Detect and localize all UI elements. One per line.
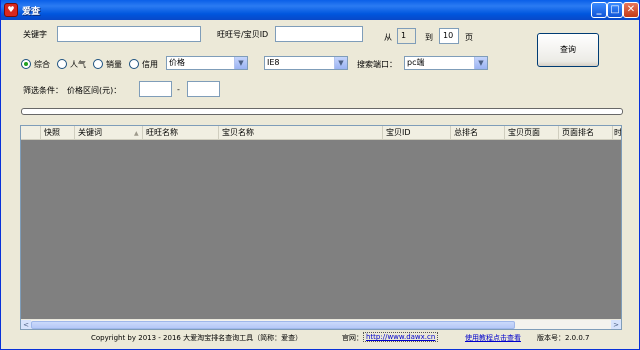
chevron-down-icon: ▼ [234,57,247,69]
price-sort-select[interactable]: 价格 ▼ [166,56,248,70]
scroll-left-icon[interactable]: < [21,320,31,329]
wangwang-label: 旺旺号/宝贝ID [217,30,269,39]
chevron-down-icon: ▼ [334,57,347,69]
radio-dot [21,59,31,69]
browser-value: IE8 [267,58,280,67]
close-button[interactable]: ✕ [623,2,639,18]
site-label: 官网： [342,334,363,342]
wangwang-input[interactable] [275,26,363,42]
column-header[interactable]: 宝贝名称 [219,126,383,140]
sort-radio-popularity[interactable]: 人气 [57,58,86,70]
sort-label: 人气 [70,59,86,69]
price-min-input[interactable] [139,81,172,97]
copyright-text: Copyright by 2013 - 2016 大爱淘宝排名查询工具（简称：爱… [91,334,303,342]
price-sort-value: 价格 [169,58,185,67]
chevron-down-icon: ▼ [474,57,487,69]
radio-dot [129,59,139,69]
grid-header: 快照 关键词 ▲ 旺旺名称 宝贝名称 宝贝ID 总排名 宝贝页面 页面排名 时 [21,126,621,140]
progress-bar [21,108,623,115]
column-header[interactable]: 旺旺名称 [143,126,219,140]
column-header[interactable]: 总排名 [451,126,505,140]
column-header[interactable]: 页面排名 [559,126,613,140]
sort-label: 信用 [142,59,158,69]
radio-dot [93,59,103,69]
keyword-input[interactable] [57,26,201,42]
column-header[interactable]: 快照 [41,126,75,140]
window-title: 爱查 [22,7,41,17]
column-header[interactable]: 宝贝页面 [505,126,559,140]
sort-label: 销量 [106,59,122,69]
column-header[interactable]: 时 [613,126,621,140]
minimize-button[interactable]: _ [591,2,607,18]
scrollbar-thumb[interactable] [31,321,515,329]
filter-condition-label: 筛选条件： [23,86,63,95]
keyword-label: 关键字 [23,30,47,39]
tutorial-link[interactable]: 使用教程点击查看 [465,333,521,343]
site-url-link[interactable]: http://www.dawx.cn [363,332,439,342]
to-page-input[interactable]: 10 [439,28,459,44]
sort-radio-credit[interactable]: 信用 [129,58,158,70]
column-header[interactable]: 关键词 [75,126,143,140]
results-grid[interactable]: 快照 关键词 ▲ 旺旺名称 宝贝名称 宝贝ID 总排名 宝贝页面 页面排名 时 … [20,125,622,330]
port-select[interactable]: pc端 ▼ [404,56,488,70]
browser-select[interactable]: IE8 ▼ [264,56,348,70]
radio-dot [57,59,67,69]
main-window: ♥ 爱查 _ □ ✕ 关键字 旺旺号/宝贝ID 从 1 到 10 页 查询 综合… [0,0,640,350]
horizontal-scrollbar[interactable]: < > [21,319,621,329]
price-range-label: 价格区间(元)： [67,86,122,95]
sort-label: 综合 [34,59,50,69]
page-label: 页 [465,33,473,42]
column-header[interactable]: 宝贝ID [383,126,451,140]
price-max-input[interactable] [187,81,220,97]
row-header-corner [21,126,41,140]
sort-radio-comprehensive[interactable]: 综合 [21,58,50,70]
title-bar[interactable]: ♥ 爱查 _ □ ✕ [1,0,639,20]
to-label: 到 [425,33,433,42]
maximize-button[interactable]: □ [607,2,623,18]
sort-radio-sales[interactable]: 销量 [93,58,122,70]
sort-arrow-icon: ▲ [134,130,139,137]
port-value: pc端 [407,58,425,67]
from-page-input[interactable]: 1 [397,28,416,44]
version-label: 版本号：2.0.0.7 [537,334,590,342]
scroll-right-icon[interactable]: > [611,320,621,329]
port-label: 搜索端口： [357,60,397,69]
app-logo-icon: ♥ [4,3,18,17]
price-separator: - [177,85,180,94]
query-button[interactable]: 查询 [537,33,599,67]
from-label: 从 [384,33,392,42]
